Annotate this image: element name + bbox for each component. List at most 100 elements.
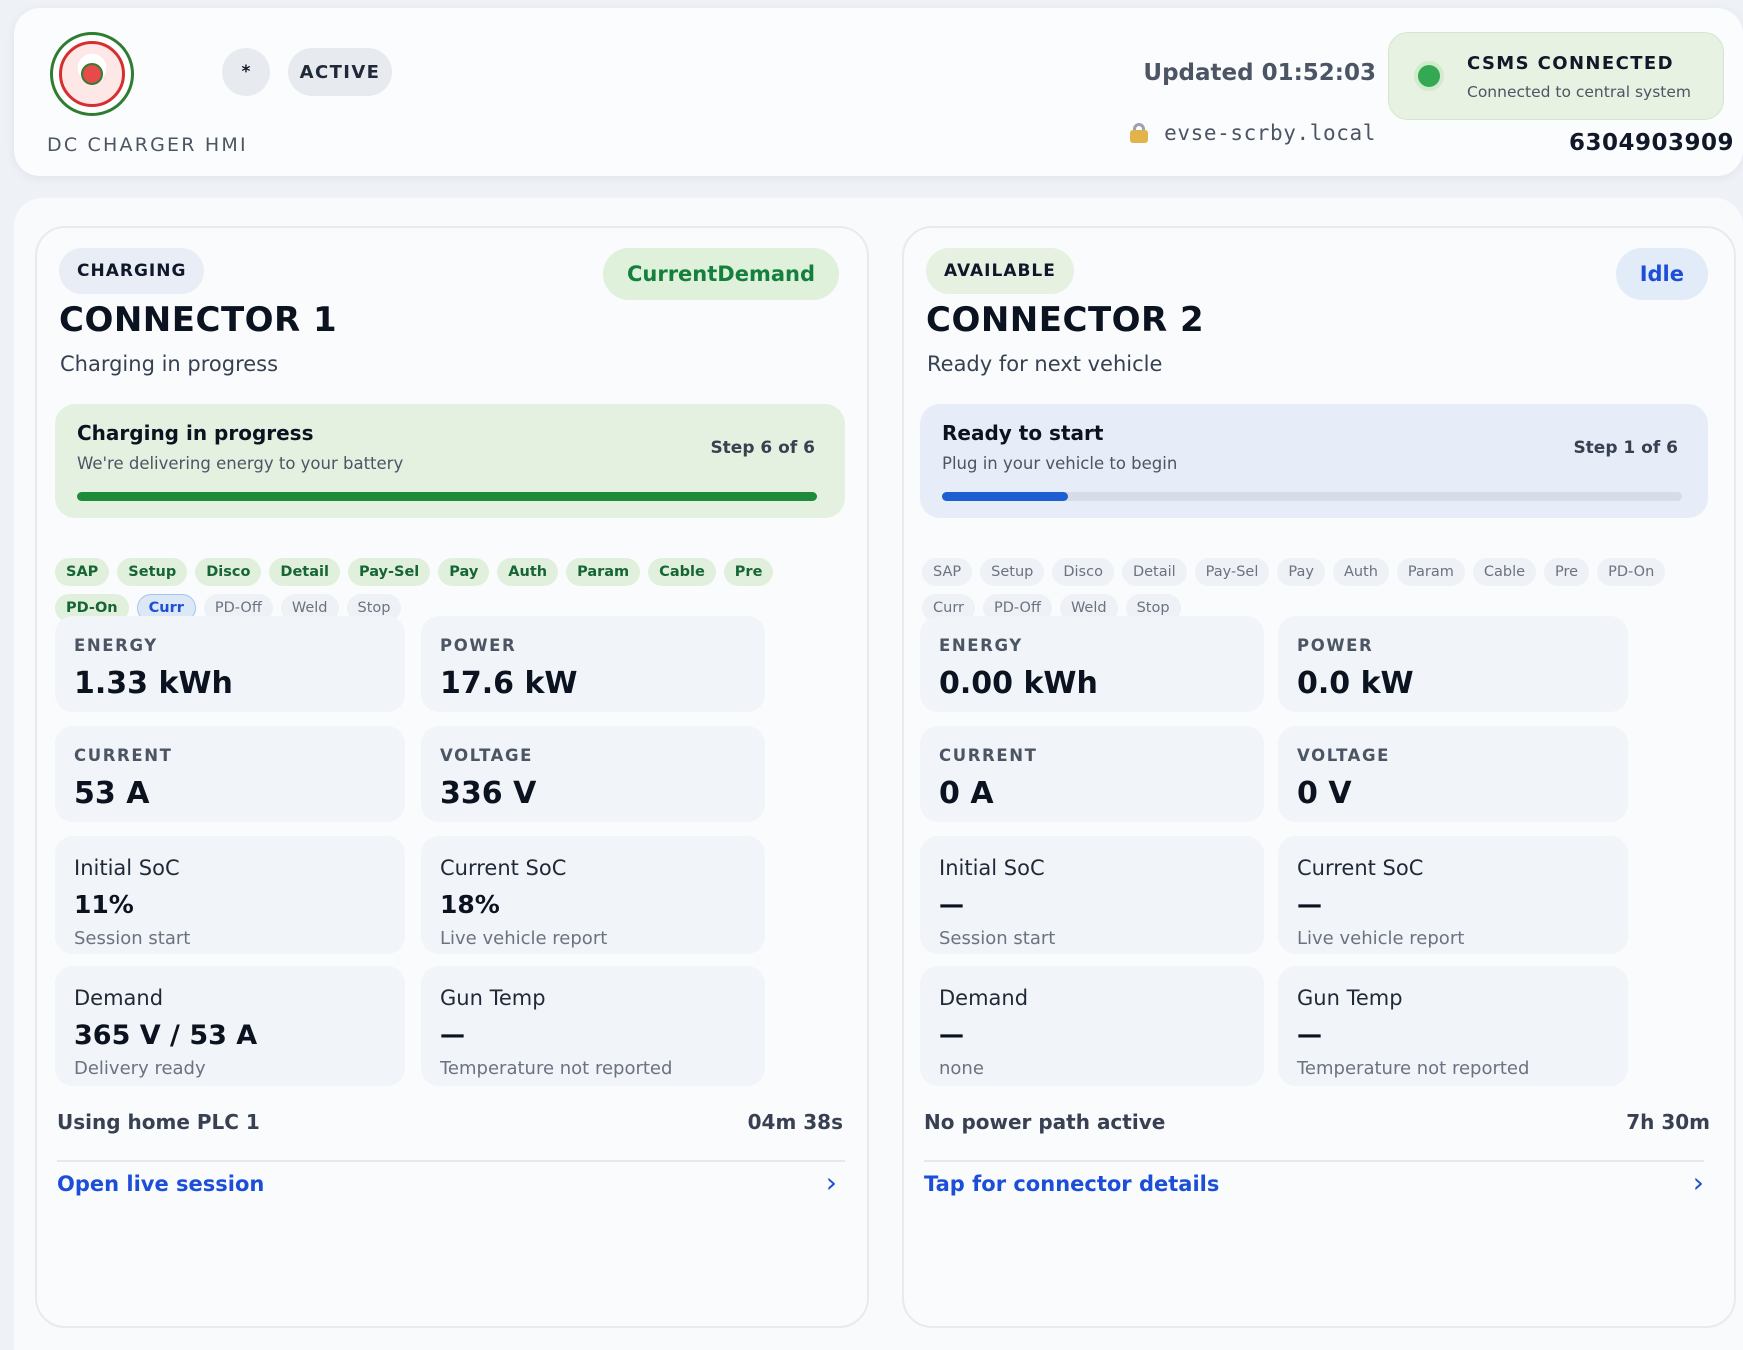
initial-soc-value: 11% xyxy=(74,890,134,919)
demand-label: Demand xyxy=(74,986,164,1010)
current-tile: CURRENT 53 A xyxy=(55,726,405,822)
demand-note: none xyxy=(939,1058,984,1079)
open-live-session-link[interactable]: Open live session xyxy=(57,1172,264,1196)
host-text: evse-scrby.local xyxy=(1164,121,1376,145)
connector-subtitle: Charging in progress xyxy=(60,352,279,376)
voltage-value: 336 V xyxy=(440,776,537,811)
step-progress-panel: Ready to start Plug in your vehicle to b… xyxy=(920,404,1708,518)
step-chip-sap: SAP xyxy=(922,558,973,586)
top-header: DC CHARGER HMI * ACTIVE Updated 01:52:03… xyxy=(14,8,1743,176)
current-tile: CURRENT 0 A xyxy=(920,726,1264,822)
session-timer: 7h 30m xyxy=(1626,1110,1710,1134)
step-chip-pre: Pre xyxy=(1544,558,1590,586)
step-chip-setup: Setup xyxy=(980,558,1045,586)
power-path-status: Using home PLC 1 xyxy=(57,1110,260,1134)
step-chip-setup: Setup xyxy=(117,558,188,586)
step-chip-sap: SAP xyxy=(55,558,110,586)
power-label: POWER xyxy=(440,636,517,655)
gun-temp-tile: Gun Temp — Temperature not reported xyxy=(1278,966,1628,1086)
current-soc-value: — xyxy=(1297,890,1322,919)
step-chip-param: Param xyxy=(1396,558,1465,586)
connector-title: CONNECTOR 1 xyxy=(59,300,338,340)
connector-state-badge: CHARGING xyxy=(59,248,205,294)
current-soc-label: Current SoC xyxy=(440,856,567,880)
step-count: Step 1 of 6 xyxy=(1573,438,1678,458)
step-chip-detail: Detail xyxy=(269,558,340,586)
energy-label: ENERGY xyxy=(74,636,158,655)
step-description: We're delivering energy to your battery xyxy=(77,454,404,473)
current-soc-tile: Current SoC — Live vehicle report xyxy=(1278,836,1628,954)
initial-soc-note: Session start xyxy=(939,928,1056,949)
footer-divider xyxy=(924,1160,1704,1162)
gun-temp-note: Temperature not reported xyxy=(440,1058,673,1079)
power-tile: POWER 0.0 kW xyxy=(1278,616,1628,712)
power-value: 0.0 kW xyxy=(1297,666,1414,701)
current-soc-note: Live vehicle report xyxy=(440,928,608,949)
chevron-right-icon[interactable]: › xyxy=(1693,1166,1704,1199)
gun-temp-note: Temperature not reported xyxy=(1297,1058,1530,1079)
initial-soc-label: Initial SoC xyxy=(939,856,1045,880)
progress-track xyxy=(77,492,817,501)
logo-emblem xyxy=(50,32,134,116)
gun-temp-value: — xyxy=(440,1020,465,1049)
power-label: POWER xyxy=(1297,636,1374,655)
current-soc-value: 18% xyxy=(440,890,500,919)
connected-led-icon xyxy=(1418,65,1440,87)
step-chip-cable: Cable xyxy=(648,558,716,586)
energy-value: 1.33 kWh xyxy=(74,666,233,701)
initial-soc-label: Initial SoC xyxy=(74,856,180,880)
main-panel: CHARGING CurrentDemand CONNECTOR 1 Charg… xyxy=(14,198,1743,1350)
step-chip-pay-sel: Pay-Sel xyxy=(347,558,431,586)
energy-tile: ENERGY 0.00 kWh xyxy=(920,616,1264,712)
demand-tile: Demand 365 V / 53 A Delivery ready xyxy=(55,966,405,1086)
current-label: CURRENT xyxy=(74,746,173,765)
step-chip-pay: Pay xyxy=(1277,558,1325,586)
brand-title: DC CHARGER HMI xyxy=(47,134,248,156)
step-title: Ready to start xyxy=(942,421,1104,445)
logo-seal-icon xyxy=(59,41,125,107)
step-chip-disco: Disco xyxy=(1052,558,1114,586)
step-chip-param: Param xyxy=(566,558,641,586)
voltage-value: 0 V xyxy=(1297,776,1352,811)
power-tile: POWER 17.6 kW xyxy=(421,616,765,712)
step-title: Charging in progress xyxy=(77,421,314,445)
step-chip-auth: Auth xyxy=(497,558,559,586)
energy-value: 0.00 kWh xyxy=(939,666,1098,701)
energy-label: ENERGY xyxy=(939,636,1023,655)
progress-fill xyxy=(77,492,817,501)
step-description: Plug in your vehicle to begin xyxy=(942,454,1178,473)
step-count: Step 6 of 6 xyxy=(710,438,815,458)
step-chip-pay: Pay xyxy=(438,558,490,586)
connector-details-link[interactable]: Tap for connector details xyxy=(924,1172,1219,1196)
initial-soc-value: — xyxy=(939,890,964,919)
progress-fill xyxy=(942,492,1068,501)
current-soc-note: Live vehicle report xyxy=(1297,928,1465,949)
initial-soc-note: Session start xyxy=(74,928,191,949)
csms-status-panel[interactable]: CSMS CONNECTED Connected to central syst… xyxy=(1388,32,1724,120)
demand-tile: Demand — none xyxy=(920,966,1264,1086)
sequence-chips: SAP Setup Disco Detail Pay-Sel Pay Auth Param Ca… xyxy=(922,558,1722,622)
demand-note: Delivery ready xyxy=(74,1058,206,1079)
voltage-tile: VOLTAGE 336 V xyxy=(421,726,765,822)
chevron-right-icon[interactable]: › xyxy=(826,1166,837,1199)
demand-label: Demand xyxy=(939,986,1029,1010)
phase-badge: CurrentDemand xyxy=(602,248,839,300)
connector-card-2[interactable]: AVAILABLE Idle CONNECTOR 2 Ready for nex… xyxy=(902,226,1736,1328)
active-status-pill[interactable]: ACTIVE xyxy=(288,48,392,96)
demand-value: — xyxy=(939,1020,964,1049)
connector-card-1[interactable]: CHARGING CurrentDemand CONNECTOR 1 Charg… xyxy=(35,226,869,1328)
hmi-page: DC CHARGER HMI * ACTIVE Updated 01:52:03… xyxy=(0,0,1743,1350)
connector-state-badge: AVAILABLE xyxy=(926,248,1074,294)
status-dot-pill[interactable]: * xyxy=(222,48,270,96)
step-chip-pre: Pre xyxy=(723,558,774,586)
step-chip-cable: Cable xyxy=(1472,558,1537,586)
step-chip-detail: Detail xyxy=(1121,558,1187,586)
step-chip-disco: Disco xyxy=(195,558,262,586)
current-soc-label: Current SoC xyxy=(1297,856,1424,880)
current-label: CURRENT xyxy=(939,746,1038,765)
current-soc-tile: Current SoC 18% Live vehicle report xyxy=(421,836,765,954)
session-timer: 04m 38s xyxy=(747,1110,843,1134)
csms-subtitle: Connected to central system xyxy=(1467,83,1691,101)
demand-value: 365 V / 53 A xyxy=(74,1020,258,1051)
voltage-label: VOLTAGE xyxy=(440,746,534,765)
